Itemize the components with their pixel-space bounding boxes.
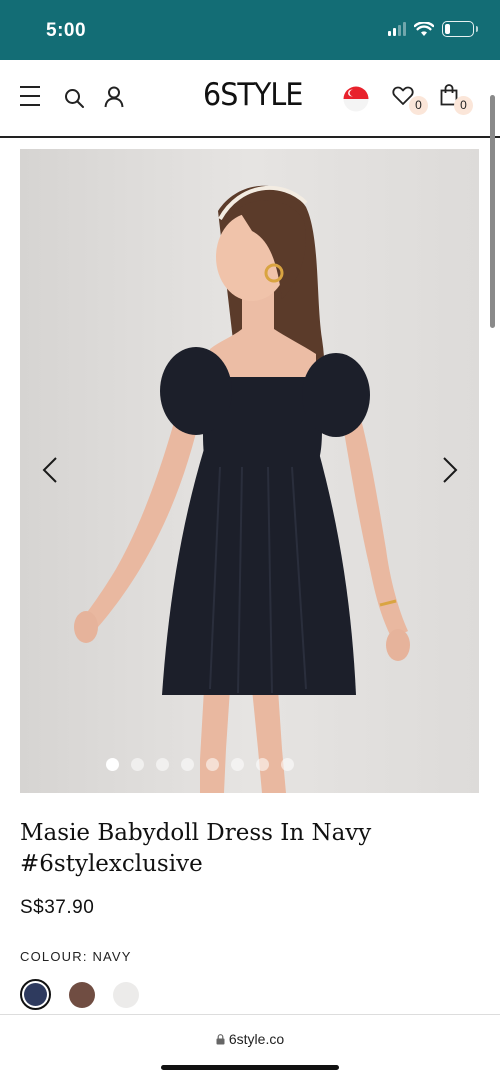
page-scrollbar[interactable]	[490, 95, 495, 328]
chevron-left-icon[interactable]	[38, 455, 62, 485]
url-text: 6style.co	[228, 1031, 285, 1047]
gallery-dot[interactable]	[155, 758, 169, 771]
gallery-dot[interactable]	[230, 758, 244, 771]
gallery-dot[interactable]	[105, 758, 119, 771]
colour-label: COLOUR: NAVY	[20, 949, 132, 964]
swatch-navy[interactable]	[20, 979, 51, 1010]
wifi-icon	[414, 21, 434, 36]
browser-address-bar[interactable]: 6style.co	[0, 1014, 500, 1080]
search-icon[interactable]	[64, 88, 85, 109]
status-time: 5:00	[46, 20, 87, 41]
product-title-line-2: #6stylexclusive	[20, 851, 203, 877]
product-image-gallery[interactable]	[20, 149, 479, 793]
product-photo	[74, 185, 410, 793]
cart-count-badge: 0	[454, 96, 473, 115]
home-indicator[interactable]	[161, 1065, 339, 1070]
gallery-dot[interactable]	[180, 758, 194, 771]
account-icon[interactable]	[104, 86, 124, 108]
product-title: Masie Babydoll Dress In Navy #6stylexclu…	[20, 818, 460, 880]
gallery-dot[interactable]	[130, 758, 144, 771]
lock-icon	[216, 1034, 225, 1045]
chevron-right-icon[interactable]	[438, 455, 462, 485]
swatch-white[interactable]	[113, 981, 139, 1008]
menu-icon[interactable]	[19, 85, 41, 107]
wishlist-count-badge: 0	[409, 96, 428, 115]
status-icons	[388, 21, 478, 37]
swatch-brown[interactable]	[69, 981, 95, 1008]
product-title-line-1: Masie Babydoll Dress In Navy	[20, 820, 372, 846]
colour-swatches	[20, 979, 139, 1010]
url-display[interactable]: 6style.co	[0, 1031, 500, 1047]
singapore-flag-icon[interactable]	[343, 86, 369, 112]
product-price: S$37.90	[20, 897, 95, 918]
gallery-dot[interactable]	[280, 758, 294, 771]
gallery-dot[interactable]	[205, 758, 219, 771]
site-header: 6STYLE 0 0	[0, 60, 500, 138]
battery-icon	[442, 21, 478, 37]
battery-level	[445, 24, 451, 34]
gallery-dot[interactable]	[255, 758, 269, 771]
status-bar: 5:00	[0, 0, 500, 60]
gallery-pagination	[20, 758, 479, 771]
site-logo[interactable]: 6STYLE	[203, 77, 303, 113]
cellular-signal-icon	[388, 22, 406, 36]
